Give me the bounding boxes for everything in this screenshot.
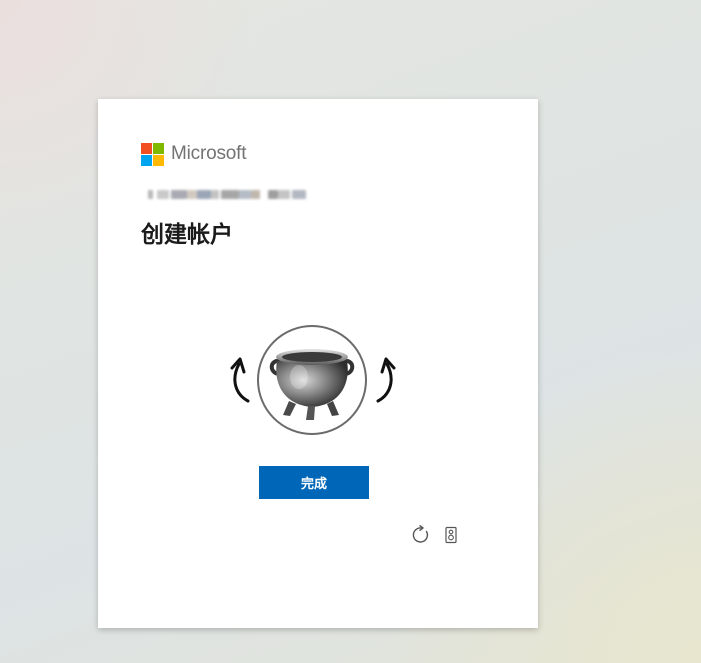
redacted-identity <box>148 187 306 201</box>
rotate-left-button[interactable] <box>228 351 256 405</box>
refresh-button[interactable] <box>411 525 431 545</box>
brand-name: Microsoft <box>171 143 247 164</box>
rotate-left-arrow-icon <box>230 357 250 403</box>
rotation-puzzle <box>228 325 398 439</box>
cauldron-image <box>269 349 355 420</box>
microsoft-logo-icon <box>141 142 164 166</box>
logo-red-square <box>141 142 152 154</box>
instruction-text <box>146 250 486 259</box>
refresh-icon <box>412 525 429 543</box>
done-button[interactable]: 完成 <box>259 466 369 499</box>
challenge-tools <box>411 525 461 545</box>
account-identity <box>148 187 306 201</box>
logo-yellow-square <box>153 154 164 166</box>
rotate-right-button[interactable] <box>370 351 398 405</box>
sign-up-card: Microsoft 创建帐户 完成 <box>98 99 538 628</box>
logo-blue-square <box>141 154 152 166</box>
audio-challenge-button[interactable] <box>441 525 461 545</box>
logo-green-square <box>153 142 164 154</box>
microsoft-brand: Microsoft <box>141 142 246 166</box>
rotate-right-arrow-icon <box>376 357 396 403</box>
audio-challenge-icon <box>445 526 457 544</box>
page-title: 创建帐户 <box>141 222 233 248</box>
puzzle-image <box>257 325 367 435</box>
